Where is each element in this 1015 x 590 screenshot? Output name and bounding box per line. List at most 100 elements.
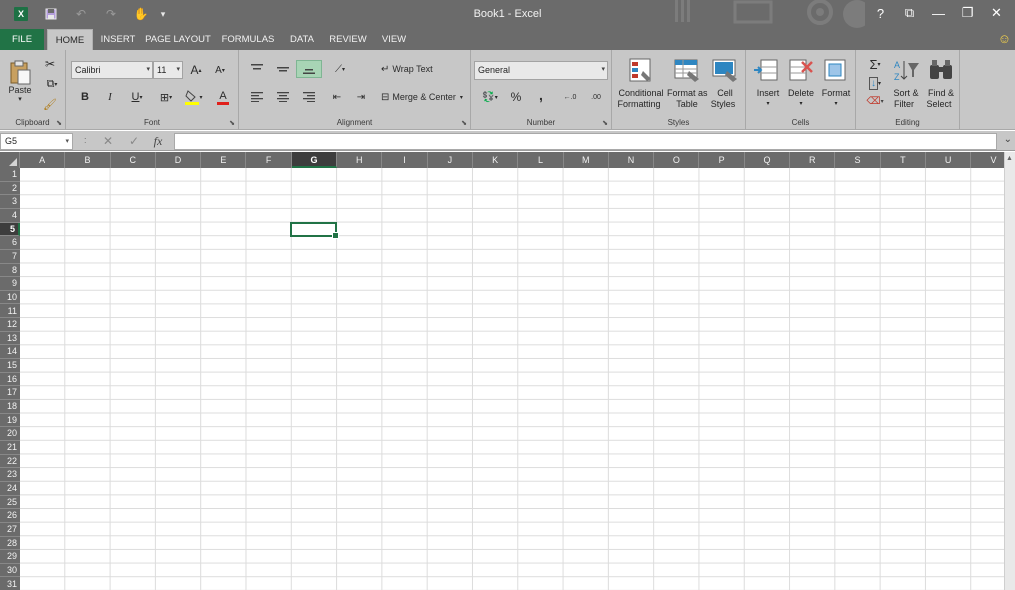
align-top-icon[interactable] bbox=[247, 60, 267, 78]
restore-button[interactable]: ❐ bbox=[953, 3, 982, 23]
fill-icon[interactable]: ↓ ▾ bbox=[862, 75, 888, 91]
column-header[interactable]: C bbox=[111, 152, 156, 168]
formula-input[interactable] bbox=[174, 133, 997, 150]
row-header[interactable]: 16 bbox=[0, 373, 20, 387]
underline-button[interactable]: U ▾ bbox=[125, 88, 149, 106]
selected-cell[interactable] bbox=[290, 222, 339, 239]
help-button[interactable]: ? bbox=[866, 3, 895, 23]
format-as-table-button[interactable]: Format as Table bbox=[667, 54, 708, 118]
grow-font-button[interactable]: A ▴ bbox=[187, 61, 205, 79]
font-size-combo[interactable]: 11 ▾ bbox=[153, 61, 183, 79]
close-button[interactable]: ✕ bbox=[982, 3, 1011, 23]
align-bottom-icon[interactable] bbox=[296, 60, 322, 78]
minimize-button[interactable]: — bbox=[924, 3, 953, 23]
row-header[interactable]: 10 bbox=[0, 291, 20, 305]
clipboard-launcher-icon[interactable]: ⬊ bbox=[56, 119, 62, 127]
italic-button[interactable]: I bbox=[101, 88, 119, 106]
font-name-combo[interactable]: Calibri ▾ bbox=[71, 61, 153, 79]
row-header[interactable]: 21 bbox=[0, 441, 20, 455]
row-header[interactable]: 22 bbox=[0, 455, 20, 469]
row-header[interactable]: 7 bbox=[0, 250, 20, 264]
name-box[interactable]: G5 ▾ bbox=[0, 133, 73, 150]
tab-insert[interactable]: INSERT bbox=[96, 29, 140, 50]
align-left-icon[interactable] bbox=[247, 88, 267, 106]
row-header[interactable]: 2 bbox=[0, 182, 20, 196]
row-header[interactable]: 31 bbox=[0, 578, 20, 590]
row-header[interactable]: 19 bbox=[0, 414, 20, 428]
column-header[interactable]: P bbox=[700, 152, 745, 168]
cell-styles-button[interactable]: Cell Styles bbox=[708, 54, 742, 118]
shrink-font-button[interactable]: A ▾ bbox=[211, 61, 229, 79]
column-header[interactable]: J bbox=[428, 152, 473, 168]
tab-view[interactable]: VIEW bbox=[376, 29, 412, 50]
row-header[interactable]: 4 bbox=[0, 209, 20, 223]
insert-cells-button[interactable]: Insert ▾ bbox=[750, 54, 784, 118]
column-header[interactable]: D bbox=[156, 152, 202, 168]
tab-review[interactable]: REVIEW bbox=[326, 29, 370, 50]
row-header[interactable]: 23 bbox=[0, 468, 20, 482]
cancel-entry-icon[interactable]: ✕ bbox=[96, 132, 120, 150]
cut-icon[interactable]: ✂ bbox=[42, 56, 58, 72]
ribbon-display-button[interactable]: ⧉ bbox=[895, 3, 924, 23]
decrease-decimal-button[interactable]: .00 bbox=[585, 88, 607, 106]
row-header[interactable]: 30 bbox=[0, 564, 20, 578]
column-header[interactable]: I bbox=[382, 152, 428, 168]
feedback-smiley-icon[interactable]: ☺ bbox=[998, 31, 1011, 46]
expand-formula-bar-icon[interactable]: ⌄ bbox=[1004, 134, 1012, 145]
percent-button[interactable]: % bbox=[507, 88, 525, 106]
clear-icon[interactable]: ⌫ ▾ bbox=[862, 93, 888, 109]
sort-filter-button[interactable]: AZ Sort & Filter bbox=[889, 54, 923, 118]
wrap-text-button[interactable]: ↵ Wrap Text bbox=[381, 60, 453, 78]
column-header[interactable]: R bbox=[790, 152, 836, 168]
tab-page-layout[interactable]: PAGE LAYOUT bbox=[144, 29, 212, 50]
row-header[interactable]: 29 bbox=[0, 550, 20, 564]
row-header[interactable]: 26 bbox=[0, 509, 20, 523]
tab-home[interactable]: HOME bbox=[47, 29, 93, 50]
column-header[interactable]: M bbox=[564, 152, 609, 168]
number-launcher-icon[interactable]: ⬊ bbox=[602, 119, 608, 127]
column-header[interactable]: L bbox=[518, 152, 564, 168]
cell-grid[interactable] bbox=[20, 168, 1004, 590]
column-header[interactable]: T bbox=[881, 152, 926, 168]
scroll-up-icon[interactable]: ▲ bbox=[1006, 155, 1013, 162]
row-header[interactable]: 25 bbox=[0, 496, 20, 510]
tab-data[interactable]: DATA bbox=[284, 29, 320, 50]
column-header[interactable]: E bbox=[201, 152, 247, 168]
tab-formulas[interactable]: FORMULAS bbox=[218, 29, 278, 50]
vertical-scrollbar[interactable]: ▲ bbox=[1004, 152, 1015, 590]
row-header[interactable]: 9 bbox=[0, 277, 20, 291]
select-all-button[interactable] bbox=[0, 152, 20, 168]
row-header[interactable]: 28 bbox=[0, 537, 20, 551]
find-select-button[interactable]: Find & Select bbox=[923, 54, 959, 118]
paste-button[interactable]: Paste ▾ bbox=[4, 55, 36, 107]
row-header[interactable]: 8 bbox=[0, 264, 20, 278]
comma-style-button[interactable]: , bbox=[533, 86, 549, 104]
row-header[interactable]: 11 bbox=[0, 305, 20, 319]
align-right-icon[interactable] bbox=[299, 88, 319, 106]
bold-button[interactable]: B bbox=[76, 88, 94, 106]
increase-decimal-button[interactable]: ←.0 bbox=[559, 88, 581, 106]
row-header[interactable]: 17 bbox=[0, 386, 20, 401]
delete-cells-button[interactable]: Delete ▾ bbox=[784, 54, 818, 118]
insert-function-icon[interactable]: fx bbox=[146, 132, 170, 150]
autosum-button[interactable]: Σ ▾ bbox=[862, 55, 888, 73]
column-header[interactable]: Q bbox=[745, 152, 791, 168]
column-header[interactable]: K bbox=[473, 152, 519, 168]
row-header[interactable]: 3 bbox=[0, 195, 20, 209]
fill-color-icon[interactable]: ▾ bbox=[181, 88, 207, 106]
column-header[interactable]: H bbox=[337, 152, 383, 168]
column-header[interactable]: B bbox=[65, 152, 111, 168]
row-header[interactable]: 20 bbox=[0, 427, 20, 441]
align-middle-icon[interactable] bbox=[273, 60, 293, 78]
column-header[interactable]: N bbox=[609, 152, 655, 168]
tab-file[interactable]: FILE bbox=[0, 29, 44, 50]
borders-icon[interactable]: ⊞ ▾ bbox=[154, 88, 178, 106]
enter-entry-icon[interactable]: ✓ bbox=[122, 132, 146, 150]
column-header[interactable]: S bbox=[835, 152, 881, 168]
font-color-button[interactable]: A bbox=[210, 88, 236, 106]
row-header[interactable]: 27 bbox=[0, 523, 20, 537]
column-header[interactable]: F bbox=[247, 152, 292, 168]
row-header[interactable]: 12 bbox=[0, 318, 20, 332]
row-header[interactable]: 18 bbox=[0, 400, 20, 414]
row-header[interactable]: 14 bbox=[0, 345, 20, 360]
